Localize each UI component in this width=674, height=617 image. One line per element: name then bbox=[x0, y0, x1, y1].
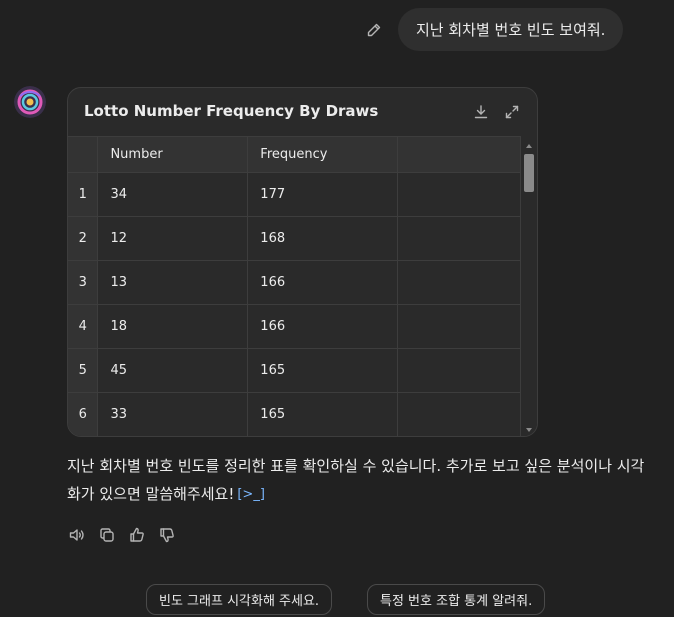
table-card-header: Lotto Number Frequency By Draws bbox=[68, 88, 537, 136]
suggestion-chip-graph[interactable]: 빈도 그래프 시각화해 주세요. bbox=[146, 584, 333, 615]
cell-empty bbox=[397, 392, 521, 436]
table-scroll-area[interactable]: Number Frequency 1 34 177 2 12 168 3 13 … bbox=[68, 136, 521, 436]
user-message-bubble: 지난 회차별 번호 빈도 보여줘. bbox=[398, 8, 624, 51]
cell-number[interactable]: 34 bbox=[97, 172, 249, 217]
cell-empty bbox=[397, 260, 521, 305]
suggestion-chip-label: 특정 번호 조합 통계 알려줘. bbox=[380, 594, 533, 609]
speaker-icon bbox=[69, 529, 84, 541]
read-aloud-button[interactable] bbox=[67, 525, 87, 545]
cell-frequency[interactable]: 168 bbox=[247, 216, 399, 261]
table-card: Lotto Number Frequency By Draws Number F… bbox=[67, 87, 538, 437]
code-interpreter-link-icon[interactable]: [>_] bbox=[237, 481, 265, 509]
table-row: 5 45 165 bbox=[68, 348, 521, 393]
pencil-icon bbox=[367, 23, 381, 37]
cell-empty bbox=[397, 172, 521, 217]
row-index: 3 bbox=[68, 260, 99, 305]
table-header-row: Number Frequency bbox=[68, 136, 521, 173]
assistant-avatar bbox=[14, 86, 46, 118]
cell-frequency[interactable]: 165 bbox=[247, 392, 399, 436]
cell-number[interactable]: 45 bbox=[97, 348, 249, 393]
download-button[interactable] bbox=[472, 103, 490, 121]
expand-button[interactable] bbox=[503, 103, 521, 121]
cell-frequency[interactable]: 177 bbox=[247, 172, 399, 217]
expand-icon bbox=[505, 105, 519, 119]
user-message-text: 지난 회차별 번호 빈도 보여줘. bbox=[416, 21, 606, 39]
table-row: 4 18 166 bbox=[68, 304, 521, 349]
like-button[interactable] bbox=[127, 525, 147, 545]
scroll-thumb[interactable] bbox=[524, 154, 534, 192]
cell-number[interactable]: 12 bbox=[97, 216, 249, 261]
row-index: 1 bbox=[68, 172, 99, 217]
row-index: 2 bbox=[68, 216, 99, 261]
table-row: 6 33 165 bbox=[68, 392, 521, 436]
table-vertical-scrollbar[interactable] bbox=[521, 136, 537, 436]
column-header-index bbox=[68, 136, 99, 173]
cell-empty bbox=[397, 304, 521, 349]
edit-message-button[interactable] bbox=[364, 20, 384, 40]
avatar-logo-icon bbox=[14, 86, 46, 118]
cell-number[interactable]: 18 bbox=[97, 304, 249, 349]
copy-icon bbox=[100, 528, 114, 542]
message-actions bbox=[67, 525, 177, 545]
thumbs-down-icon bbox=[160, 528, 174, 543]
assistant-reply: 지난 회차별 번호 빈도를 정리한 표를 확인하실 수 있습니다. 추가로 보고… bbox=[67, 452, 657, 509]
row-index: 4 bbox=[68, 304, 99, 349]
row-index: 5 bbox=[68, 348, 99, 393]
row-index: 6 bbox=[68, 392, 99, 436]
cell-frequency[interactable]: 166 bbox=[247, 304, 399, 349]
table-row: 1 34 177 bbox=[68, 172, 521, 217]
download-icon bbox=[474, 105, 488, 119]
suggestion-chip-combination[interactable]: 특정 번호 조합 통계 알려줘. bbox=[367, 584, 546, 615]
cell-empty bbox=[397, 348, 521, 393]
chat-page: 지난 회차별 번호 빈도 보여줘. Lotto Number Frequency… bbox=[0, 0, 674, 617]
dislike-button[interactable] bbox=[157, 525, 177, 545]
column-header-number[interactable]: Number bbox=[97, 136, 249, 173]
table-row: 2 12 168 bbox=[68, 216, 521, 261]
column-header-empty bbox=[397, 136, 521, 173]
copy-button[interactable] bbox=[97, 525, 117, 545]
assistant-reply-text: 지난 회차별 번호 빈도를 정리한 표를 확인하실 수 있습니다. 추가로 보고… bbox=[67, 457, 645, 503]
column-header-frequency[interactable]: Frequency bbox=[247, 136, 399, 173]
scroll-down-arrow-icon[interactable] bbox=[526, 428, 532, 432]
frequency-table: Number Frequency 1 34 177 2 12 168 3 13 … bbox=[68, 136, 521, 436]
table-row: 3 13 166 bbox=[68, 260, 521, 305]
suggestion-chip-label: 빈도 그래프 시각화해 주세요. bbox=[159, 594, 320, 609]
cell-empty bbox=[397, 216, 521, 261]
cell-number[interactable]: 13 bbox=[97, 260, 249, 305]
thumbs-up-icon bbox=[130, 527, 144, 542]
cell-frequency[interactable]: 166 bbox=[247, 260, 399, 305]
cell-number[interactable]: 33 bbox=[97, 392, 249, 436]
scroll-up-arrow-icon[interactable] bbox=[526, 144, 532, 148]
table-title: Lotto Number Frequency By Draws bbox=[84, 102, 379, 120]
cell-frequency[interactable]: 165 bbox=[247, 348, 399, 393]
